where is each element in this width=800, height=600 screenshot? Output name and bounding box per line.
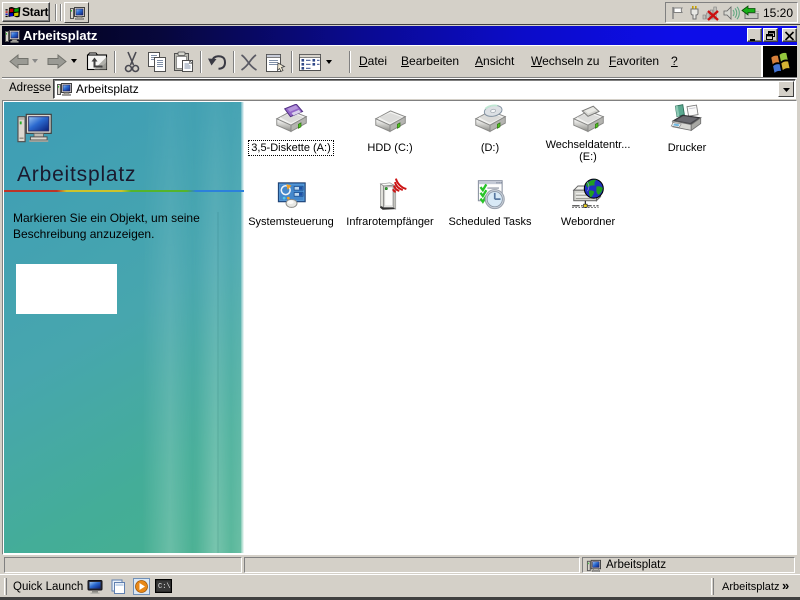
svg-text:C:\: C:\ [158,583,171,591]
